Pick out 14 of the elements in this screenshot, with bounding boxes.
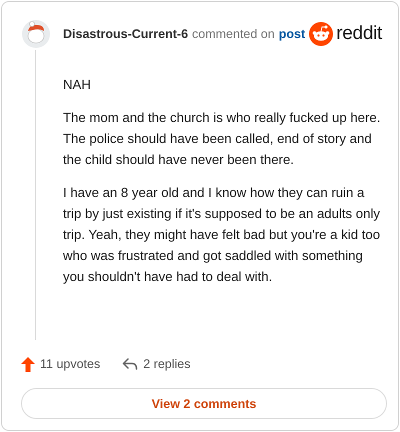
view-comments-button[interactable]: View 2 comments [21,388,387,419]
upvote-count: 11 upvotes [40,357,100,371]
brand-name: reddit [336,23,382,45]
comment-paragraph: NAH [63,76,92,94]
action-text: commented on [192,27,275,41]
reply-count: 2 replies [143,357,190,371]
comment-paragraph: I have an 8 year old and I know how they can ruin a trip by just existing if it's supposed to be an adults only trip. Yeah, they might have felt bad but you're a kid too who was frustrated and got saddled with something you shouldn't have had to deal with. [63,184,382,286]
avatar-icon [21,19,51,49]
author-name[interactable]: Disastrous-Current-6 [63,27,188,41]
reddit-logo-icon [309,22,334,46]
comment-paragraph: The mom and the church is who really fucked up here. The police should have been called, end of story and the child should have never been there. [63,109,382,169]
upvote-icon[interactable] [21,356,35,372]
post-link[interactable]: post [278,27,306,41]
reply-icon[interactable] [122,357,138,371]
